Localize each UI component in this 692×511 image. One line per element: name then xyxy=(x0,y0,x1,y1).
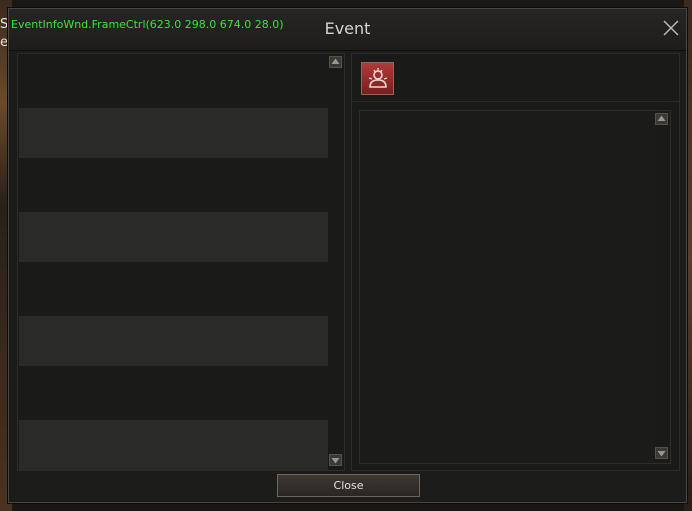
close-icon[interactable] xyxy=(662,19,680,37)
event-list-panel xyxy=(17,53,345,471)
list-item[interactable] xyxy=(19,212,329,262)
scroll-up-button[interactable] xyxy=(655,113,668,125)
event-icon xyxy=(361,62,394,95)
window-titlebar[interactable]: EventInfoWnd.FrameCtrl(623.0 298.0 674.0… xyxy=(9,9,686,51)
list-item[interactable] xyxy=(19,420,329,470)
close-button[interactable]: Close xyxy=(277,474,420,497)
arrow-up-icon xyxy=(657,115,666,121)
list-item[interactable] xyxy=(19,316,329,366)
arrow-up-icon xyxy=(331,58,340,64)
arrow-down-icon xyxy=(331,458,340,464)
event-detail-panel xyxy=(351,53,680,471)
event-info-window: EventInfoWnd.FrameCtrl(623.0 298.0 674.0… xyxy=(8,8,687,503)
event-list-scrollbar[interactable] xyxy=(328,54,344,470)
list-item[interactable] xyxy=(19,108,329,158)
arrow-down-icon xyxy=(657,451,666,457)
divider xyxy=(352,101,679,102)
detail-scrollbar[interactable] xyxy=(654,111,670,463)
window-title: Event xyxy=(324,19,371,38)
event-list[interactable] xyxy=(19,55,329,470)
event-detail-content[interactable] xyxy=(359,110,671,464)
scroll-up-button[interactable] xyxy=(329,56,342,68)
scroll-down-button[interactable] xyxy=(329,454,342,466)
scroll-down-button[interactable] xyxy=(655,447,668,459)
